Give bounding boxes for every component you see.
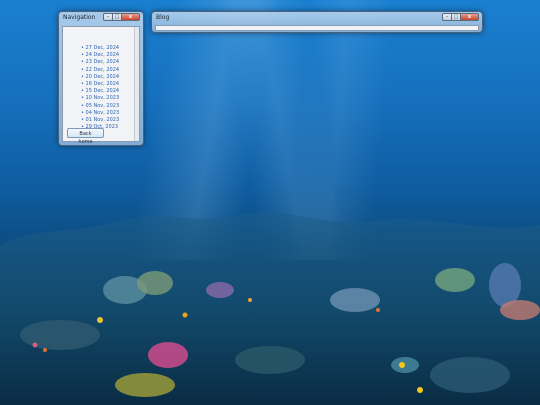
date-link-label: 16 Dec, 2024 [85,80,120,87]
blog-window-title: Blog [156,14,170,21]
date-link-label: 22 Dec, 2024 [85,66,120,73]
close-icon: x [128,14,133,20]
navigation-window-title: Navigation [63,14,96,21]
date-link[interactable]: • 04 Nov, 2023 [81,110,119,117]
date-link-label: 10 Nov, 2023 [85,95,120,102]
date-list: • 27 Dec, 2024 • 24 Dec, 2024 • 23 Dec, 20… [81,45,119,131]
date-link-label: 15 Dec, 2024 [85,88,120,95]
date-link-label: 01 Nov, 2023 [85,116,120,123]
maximize-button[interactable]: □ [452,13,461,21]
back-home-button[interactable]: Back home [67,128,104,145]
minimize-button[interactable]: – [103,13,113,21]
navigation-content: • 27 Dec, 2024 • 24 Dec, 2024 • 23 Dec, 20… [62,26,140,145]
date-link[interactable]: • 23 Dec, 2024 [81,59,119,66]
date-link[interactable]: • 15 Dec, 2024 [81,88,119,95]
maximize-button[interactable]: □ [113,13,122,21]
close-button[interactable]: x [122,13,140,21]
date-link[interactable]: • 16 Dec, 2024 [81,81,119,88]
date-link[interactable]: • 10 Nov, 2023 [81,95,119,102]
date-link-label: 04 Nov, 2023 [85,109,120,116]
date-link-label: 05 Nov, 2023 [85,102,120,109]
navigation-titlebar[interactable]: Navigation – □ x [59,12,143,26]
minimize-icon: – [106,14,110,20]
navigation-window[interactable]: Navigation – □ x • 27 Dec, 2024 • 24 Dec,… [58,11,144,146]
navigation-scrollbar[interactable] [134,27,139,141]
date-link[interactable]: • 22 Dec, 2024 [81,67,119,74]
date-link[interactable]: • 01 Nov, 2023 [81,117,119,124]
date-link[interactable]: • 27 Dec, 2024 [81,45,119,52]
maximize-icon: □ [114,14,120,20]
date-link-label: 24 Dec, 2024 [85,52,120,59]
close-icon: x [467,14,472,20]
coral-reef-wallpaper [0,212,540,405]
date-link[interactable]: • 20 Dec, 2024 [81,74,119,81]
blog-content [155,25,479,31]
blog-titlebar[interactable]: Blog – □ x [152,12,482,26]
minimize-icon: – [445,14,449,20]
date-link[interactable]: • 05 Nov, 2023 [81,103,119,110]
close-button[interactable]: x [461,13,479,21]
maximize-icon: □ [453,14,459,20]
date-link-label: 20 Dec, 2024 [85,73,120,80]
blog-window[interactable]: Blog – □ x [151,11,483,33]
minimize-button[interactable]: – [442,13,452,21]
date-link[interactable]: • 24 Dec, 2024 [81,52,119,59]
date-link-label: 23 Dec, 2024 [85,59,120,66]
date-link-label: 27 Dec, 2024 [85,45,120,51]
